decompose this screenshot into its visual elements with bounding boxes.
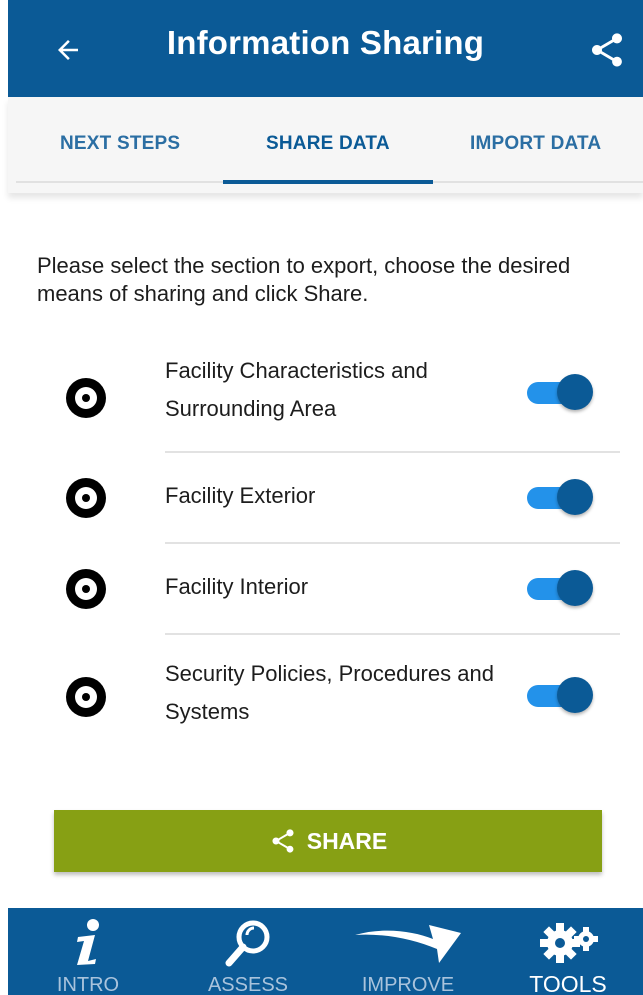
section-label: Facility Exterior — [165, 483, 316, 508]
section-label: Security Policies, Procedures and System… — [165, 661, 494, 724]
nav-intro[interactable]: INTRO — [28, 908, 148, 995]
nav-tools[interactable]: TOOLS — [508, 908, 628, 995]
nav-improve-icon-wrap — [348, 914, 468, 970]
section-toggle[interactable] — [527, 569, 593, 607]
nav-improve[interactable]: IMPROVE — [348, 908, 468, 995]
row-divider — [165, 451, 620, 453]
share-header-button[interactable] — [585, 28, 629, 72]
swoosh-arrow-icon — [355, 925, 461, 963]
bottom-nav: INTRO ASSESS IMPROVE TOOLS — [8, 908, 643, 995]
tab-share-data[interactable]: SHARE DATA — [266, 133, 390, 155]
share-button-label: SHARE — [306, 827, 388, 854]
section-row: Security Policies, Procedures and System… — [0, 655, 643, 735]
radio-ring — [75, 686, 97, 708]
information-sharing-screen: Information Sharing NEXT STEPS SHARE DAT… — [0, 0, 643, 995]
section-label: Facility Interior — [165, 574, 309, 599]
radio-dot — [82, 693, 90, 701]
nav-label: IMPROVE — [361, 974, 455, 995]
row-divider — [165, 542, 620, 544]
section-toggle[interactable] — [527, 373, 593, 411]
radio-ring — [75, 487, 97, 509]
info-icon — [77, 919, 99, 965]
section-row: Facility Characteristics and Surrounding… — [0, 352, 643, 444]
page-title: Information Sharing — [166, 24, 485, 61]
toggle-thumb — [557, 677, 593, 713]
nav-assess[interactable]: ASSESS — [188, 908, 308, 995]
tab-bar: NEXT STEPS SHARE DATA IMPORT DATA — [8, 97, 643, 193]
section-label: Facility Characteristics and Surrounding… — [165, 358, 428, 421]
app-bar: Information Sharing — [8, 0, 643, 97]
gears-icon — [540, 923, 598, 963]
section-radio[interactable] — [66, 478, 106, 518]
nav-label: TOOLS — [529, 971, 607, 995]
toggle-thumb — [557, 374, 593, 410]
section-radio[interactable] — [66, 569, 106, 609]
row-divider — [165, 633, 620, 635]
radio-dot — [82, 585, 90, 593]
section-row: Facility Interior — [0, 568, 643, 610]
section-radio[interactable] — [66, 378, 106, 418]
share-button[interactable]: SHARE — [54, 810, 602, 872]
toggle-thumb — [557, 479, 593, 515]
radio-dot — [82, 494, 90, 502]
section-toggle[interactable] — [527, 676, 593, 714]
share-icon — [272, 829, 294, 853]
radio-ring — [75, 578, 97, 600]
instructions-text: Please select the section to export, cho… — [37, 253, 571, 306]
toggle-thumb — [557, 570, 593, 606]
section-radio[interactable] — [66, 677, 106, 717]
section-toggle[interactable] — [527, 478, 593, 516]
nav-assess-icon-wrap — [188, 914, 308, 970]
nav-label: INTRO — [56, 974, 120, 995]
share-icon — [592, 33, 622, 67]
tab-import-data[interactable]: IMPORT DATA — [470, 133, 601, 155]
tab-next-steps[interactable]: NEXT STEPS — [60, 133, 180, 155]
section-row: Facility Exterior — [0, 477, 643, 519]
magnifier-icon — [225, 920, 270, 967]
radio-dot — [82, 394, 90, 402]
radio-ring — [75, 387, 97, 409]
nav-intro-icon-wrap — [28, 914, 148, 970]
nav-tools-icon-wrap — [508, 914, 628, 970]
tab-active-indicator — [223, 180, 433, 184]
nav-label: ASSESS — [207, 974, 289, 995]
